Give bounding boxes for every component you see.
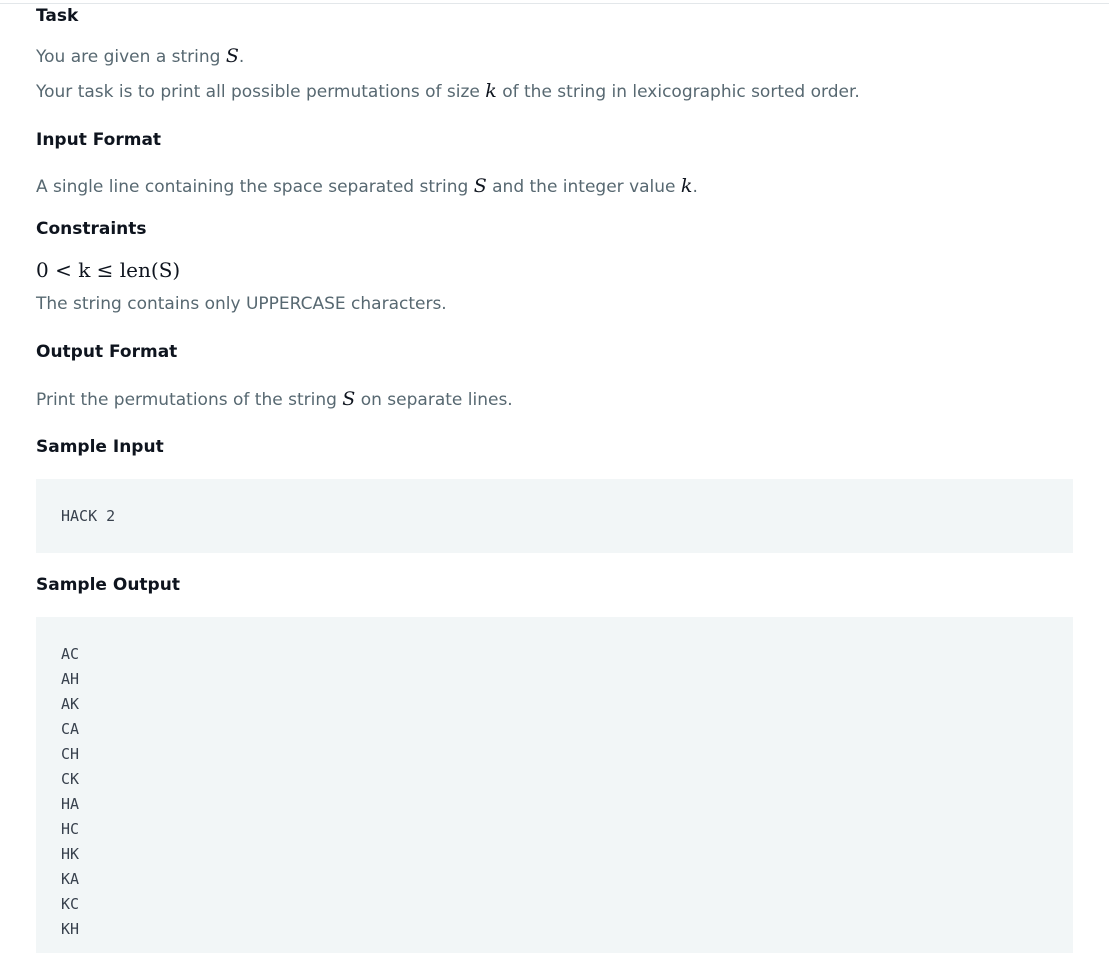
math-var-k: k (485, 80, 497, 102)
sample-output-line: CA (61, 720, 80, 738)
task-text: . (238, 47, 245, 67)
output-format-description: Print the permutations of the string S o… (36, 388, 513, 411)
task-text: of the string in lexicographic sorted or… (496, 82, 860, 102)
sample-output-line: CH (61, 745, 80, 763)
top-divider (0, 3, 1109, 4)
input-format-text: . (692, 177, 698, 197)
math-var-k: k (680, 175, 693, 197)
sample-output-line: AH (61, 670, 80, 688)
output-format-heading: Output Format (36, 342, 178, 362)
constraints-description: The string contains only UPPERCASE chara… (36, 294, 447, 314)
output-format-text: Print the permutations of the string (36, 390, 343, 410)
sample-input-heading: Sample Input (36, 437, 164, 457)
input-format-heading: Input Format (36, 130, 162, 150)
math-var-s: S (473, 175, 487, 197)
sample-output-line: CK (61, 770, 80, 788)
sample-output-line: AK (61, 695, 80, 713)
task-heading: Task (36, 6, 79, 26)
sample-input-line: HACK 2 (61, 507, 116, 525)
sample-output-line: HA (61, 795, 80, 813)
sample-output-line: AC (61, 645, 80, 663)
constraint-formula: 0 < k ≤ len(S) (36, 258, 181, 282)
sample-output-line: KC (61, 895, 80, 913)
task-description-line2: Your task is to print all possible permu… (36, 80, 860, 103)
input-format-text: and the integer value (486, 177, 681, 197)
sample-input-code-block: HACK 2 (36, 479, 1073, 553)
sample-output-line: KH (61, 920, 80, 938)
constraints-heading: Constraints (36, 219, 147, 239)
sample-output-heading: Sample Output (36, 575, 180, 595)
math-var-s: S (225, 45, 239, 67)
sample-output-line: HK (61, 845, 80, 863)
sample-output-line: HC (61, 820, 80, 838)
sample-output-code-block: AC AH AK CA CH CK HA HC HK KA KC KH (36, 617, 1073, 953)
task-text: You are given a string (36, 47, 226, 67)
sample-output-line: KA (61, 870, 80, 888)
input-format-description: A single line containing the space separ… (36, 175, 698, 198)
input-format-text: A single line containing the space separ… (36, 177, 474, 197)
task-text: Your task is to print all possible permu… (36, 82, 486, 102)
output-format-text: on separate lines. (355, 390, 513, 410)
task-description-line1: You are given a string S. (36, 45, 244, 68)
math-var-s: S (342, 388, 356, 410)
